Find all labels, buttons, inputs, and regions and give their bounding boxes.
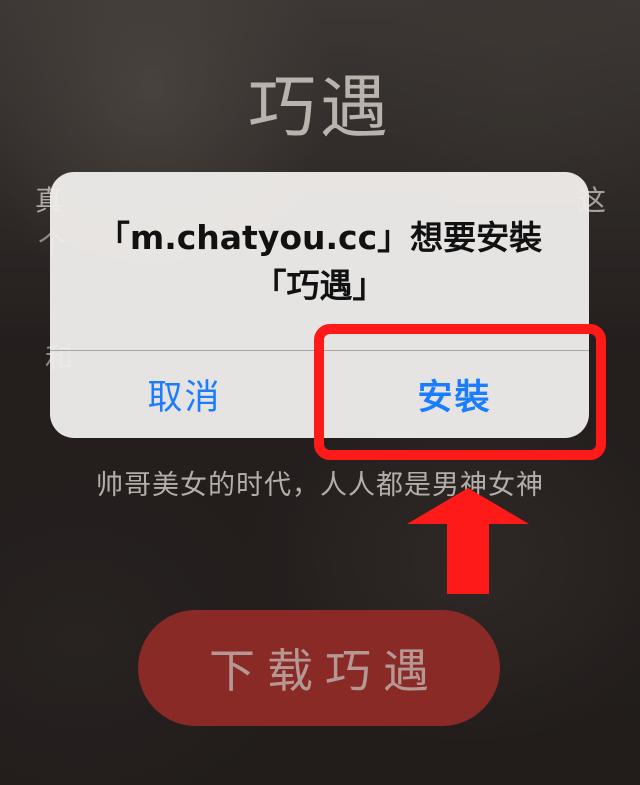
up-arrow-icon: [407, 488, 529, 594]
download-app-button[interactable]: 下载巧遇: [138, 610, 500, 726]
tagline: 帅哥美女的时代，人人都是男神女神: [96, 470, 544, 501]
app-title: 巧遇: [247, 69, 392, 148]
alert-title: 「m.chatyou.cc」想要安裝 「巧遇」: [50, 214, 589, 310]
install-highlight-box: [314, 324, 606, 460]
alert-title-line-1: 「m.chatyou.cc」想要安裝: [96, 218, 543, 257]
cancel-button[interactable]: 取消: [50, 351, 319, 438]
alert-title-line-2: 「巧遇」: [253, 266, 386, 305]
